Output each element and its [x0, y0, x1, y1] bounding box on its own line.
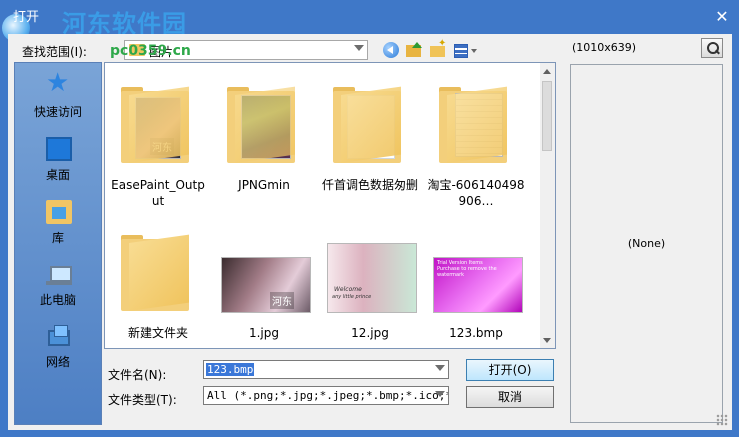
- filename-input-value[interactable]: 123.bmp: [206, 363, 255, 376]
- file-item-folder[interactable]: JPNGmin: [215, 81, 313, 207]
- star-icon: [46, 68, 72, 98]
- up-folder-icon[interactable]: [404, 40, 424, 60]
- open-button[interactable]: 打开(O): [466, 359, 554, 381]
- view-menu-icon[interactable]: [452, 40, 480, 60]
- file-name: EasePaint_Output: [111, 178, 205, 208]
- preview-empty-text: (None): [627, 237, 666, 250]
- folder-icon: [227, 86, 295, 163]
- thumbnail-watermark: 河东: [270, 292, 294, 309]
- place-network[interactable]: 网络: [15, 319, 101, 371]
- folder-icon: [333, 86, 401, 163]
- window-title: 打开: [13, 10, 40, 25]
- scroll-up-icon[interactable]: [543, 69, 551, 74]
- folder-icon: [439, 86, 507, 163]
- filename-combobox[interactable]: 123.bmp: [203, 360, 449, 379]
- image-thumbnail: 河东: [221, 257, 311, 313]
- close-icon[interactable]: ✕: [712, 8, 732, 26]
- chevron-down-icon[interactable]: [435, 365, 445, 371]
- chevron-down-icon[interactable]: [354, 45, 364, 51]
- thumbnail-text: Purchase to remove the watermark: [437, 266, 497, 278]
- place-desktop[interactable]: 桌面: [15, 132, 101, 184]
- computer-icon: [46, 262, 72, 286]
- back-icon[interactable]: [381, 40, 401, 60]
- file-item-folder[interactable]: 新建文件夹: [109, 229, 207, 348]
- network-icon: [46, 324, 72, 348]
- file-name: JPNGmin: [238, 178, 290, 192]
- filetype-dropdown[interactable]: All (*.png;*.jpg;*.jpeg;*.bmp;*.ico;*: [203, 386, 449, 405]
- file-name: 12.jpg: [351, 326, 389, 340]
- file-item-image[interactable]: Trial Version Items Purchase to remove t…: [427, 229, 525, 348]
- desktop-icon: [46, 137, 72, 161]
- file-item-image[interactable]: Welcome any little prince 12.jpg: [321, 229, 419, 348]
- file-name: 123.bmp: [449, 326, 503, 340]
- file-list[interactable]: 河东 EasePaint_Output JPNGmin 仟首调色数据匆删: [104, 62, 556, 349]
- place-label: 网络: [45, 355, 70, 369]
- place-this-pc[interactable]: 此电脑: [15, 257, 101, 309]
- place-label: 桌面: [45, 168, 70, 182]
- folder-icon: 河东: [121, 86, 189, 163]
- place-quick-access[interactable]: 快速访问: [15, 68, 101, 121]
- scroll-down-icon[interactable]: [543, 338, 551, 343]
- lookin-label: 查找范围(I):: [22, 45, 87, 59]
- folder-icon: [121, 234, 189, 311]
- scrollbar-thumb[interactable]: [542, 81, 552, 151]
- watermark-url: pc0359.cn: [110, 43, 191, 59]
- file-name: 仟首调色数据匆删: [321, 178, 418, 192]
- place-label: 快速访问: [33, 105, 82, 119]
- place-label: 库: [51, 231, 64, 245]
- library-icon: [46, 200, 72, 224]
- filetype-label: 文件类型(T):: [108, 393, 177, 407]
- places-bar: 快速访问 桌面 库 此电脑 网络: [14, 62, 102, 425]
- file-item-folder[interactable]: 仟首调色数据匆删: [321, 81, 419, 207]
- resize-grip[interactable]: [716, 414, 728, 426]
- file-name: 淘宝-606140498906…: [427, 178, 525, 208]
- image-thumbnail: Trial Version Items Purchase to remove t…: [433, 257, 523, 313]
- place-label: 此电脑: [39, 293, 76, 307]
- chevron-down-icon[interactable]: [435, 391, 445, 397]
- image-thumbnail: Welcome any little prince: [327, 243, 417, 313]
- zoom-icon[interactable]: [701, 38, 723, 58]
- preview-pane: (None): [570, 64, 723, 423]
- file-list-scrollbar[interactable]: [540, 63, 555, 348]
- file-name: 1.jpg: [248, 326, 280, 340]
- thumbnail-text: Welcome: [334, 286, 362, 293]
- new-folder-icon[interactable]: [428, 38, 448, 60]
- open-dialog: 打开 河东软件园 ✕ 查找范围(I): 图片 pc0359.cn 快速访问 桌面…: [0, 0, 739, 437]
- file-item-folder[interactable]: 河东 EasePaint_Output: [109, 81, 207, 208]
- cancel-button[interactable]: 取消: [466, 386, 554, 408]
- preview-image-size: (1010x639): [572, 41, 637, 54]
- filetype-value: All (*.png;*.jpg;*.jpeg;*.bmp;*.ico;*: [207, 389, 449, 402]
- file-item-image[interactable]: 河东 1.jpg: [215, 229, 313, 348]
- thumbnail-text: any little prince: [332, 294, 372, 300]
- place-library[interactable]: 库: [15, 195, 101, 247]
- file-item-folder[interactable]: 淘宝-606140498906…: [427, 81, 525, 208]
- file-name: 新建文件夹: [127, 326, 188, 340]
- title-bar[interactable]: 打开 河东软件园 ✕: [0, 0, 739, 42]
- filename-label: 文件名(N):: [108, 368, 167, 382]
